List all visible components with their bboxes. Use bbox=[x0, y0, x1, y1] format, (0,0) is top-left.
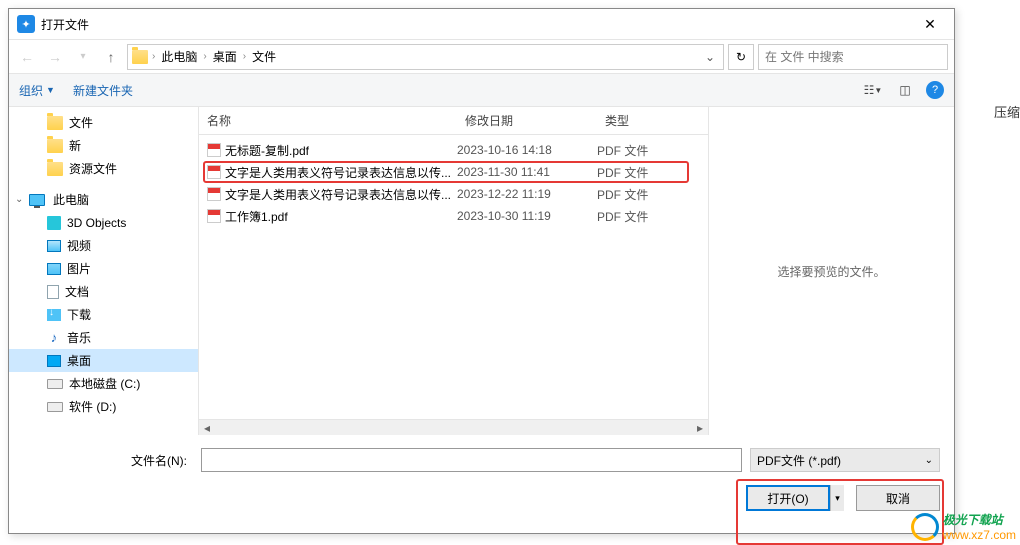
horizontal-scrollbar[interactable]: ◂ ▸ bbox=[199, 419, 708, 435]
new-folder-button[interactable]: 新建文件夹 bbox=[73, 82, 133, 99]
desktop-icon bbox=[47, 355, 61, 367]
downloads-icon bbox=[47, 309, 61, 321]
tree-item-3d-objects[interactable]: 3D Objects bbox=[9, 211, 198, 234]
tree-item-desktop[interactable]: 桌面 bbox=[9, 349, 198, 372]
scroll-left-icon[interactable]: ◂ bbox=[199, 421, 215, 435]
crumb-root[interactable]: 此电脑 bbox=[159, 48, 199, 65]
tree-item-videos[interactable]: 视频 bbox=[9, 234, 198, 257]
music-icon: ♪ bbox=[47, 331, 61, 345]
chevron-right-icon: › bbox=[241, 51, 248, 62]
watermark: 极光下载站 www.xz7.com bbox=[911, 511, 1016, 542]
chevron-right-icon: › bbox=[201, 51, 208, 62]
tree-item-drive-c[interactable]: 本地磁盘 (C:) bbox=[9, 372, 198, 395]
preview-empty-text: 选择要预览的文件。 bbox=[777, 263, 885, 280]
pdf-icon bbox=[207, 165, 221, 179]
tree-item-folder[interactable]: 资源文件 bbox=[9, 157, 198, 180]
forward-button[interactable]: → bbox=[43, 45, 67, 69]
background-text: 压缩 bbox=[994, 102, 1020, 121]
folder-icon bbox=[47, 162, 63, 176]
close-button[interactable]: ✕ bbox=[910, 10, 950, 38]
filename-label: 文件名(N): bbox=[23, 452, 193, 469]
refresh-button[interactable]: ↻ bbox=[728, 44, 754, 70]
tree-item-folder[interactable]: 文件 bbox=[9, 111, 198, 134]
app-icon: ✦ bbox=[17, 15, 35, 33]
pictures-icon bbox=[47, 263, 61, 275]
drive-icon bbox=[47, 379, 63, 389]
folder-icon bbox=[47, 116, 63, 130]
open-split-dropdown[interactable]: ▾ bbox=[830, 485, 844, 511]
file-row[interactable]: 无标题-复制.pdf 2023-10-16 14:18 PDF 文件 bbox=[199, 139, 708, 161]
file-type-filter[interactable]: PDF文件 (*.pdf)⌄ bbox=[750, 448, 940, 472]
folder-icon bbox=[47, 139, 63, 153]
crumb-folder[interactable]: 文件 bbox=[250, 48, 278, 65]
button-row: 打开(O) ▾ 取消 bbox=[9, 485, 954, 529]
column-type[interactable]: 类型 bbox=[597, 112, 708, 129]
sidebar-tree: 文件 新 资源文件 ⌄此电脑 3D Objects 视频 图片 文档 下载 ♪音… bbox=[9, 107, 199, 435]
organize-menu[interactable]: 组织 ▼ bbox=[19, 82, 55, 99]
nav-bar: ← → ▾ ↑ › 此电脑 › 桌面 › 文件 ⌄ ↻ 在 文件 中搜索 bbox=[9, 39, 954, 73]
column-headers: 名称 修改日期 类型 bbox=[199, 107, 708, 135]
refresh-icon: ↻ bbox=[736, 50, 746, 64]
file-row[interactable]: 文字是人类用表义符号记录表达信息以传... 2023-12-22 11:19 P… bbox=[199, 183, 708, 205]
filename-input[interactable] bbox=[201, 448, 742, 472]
search-input[interactable]: 在 文件 中搜索 bbox=[758, 44, 948, 70]
chevron-down-icon: ▼ bbox=[46, 85, 55, 95]
search-placeholder: 在 文件 中搜索 bbox=[765, 48, 844, 65]
open-file-dialog: ✦ 打开文件 ✕ ← → ▾ ↑ › 此电脑 › 桌面 › 文件 ⌄ ↻ 在 文… bbox=[8, 8, 955, 534]
column-name[interactable]: 名称 bbox=[199, 112, 457, 129]
cancel-button[interactable]: 取消 bbox=[856, 485, 940, 511]
tree-item-drive-d[interactable]: 软件 (D:) bbox=[9, 395, 198, 418]
watermark-name: 极光下载站 bbox=[943, 511, 1016, 528]
content-area: 文件 新 资源文件 ⌄此电脑 3D Objects 视频 图片 文档 下载 ♪音… bbox=[9, 107, 954, 435]
back-button[interactable]: ← bbox=[15, 45, 39, 69]
preview-pane: 选择要预览的文件。 bbox=[709, 107, 954, 435]
column-date[interactable]: 修改日期 bbox=[457, 112, 597, 129]
file-rows: 无标题-复制.pdf 2023-10-16 14:18 PDF 文件 文字是人类… bbox=[199, 135, 708, 227]
window-title: 打开文件 bbox=[41, 16, 910, 33]
crumb-desktop[interactable]: 桌面 bbox=[211, 48, 239, 65]
tree-section-this-pc[interactable]: ⌄此电脑 bbox=[9, 188, 198, 211]
pdf-icon bbox=[207, 143, 221, 157]
watermark-url: www.xz7.com bbox=[943, 528, 1016, 542]
folder-icon bbox=[132, 50, 148, 64]
this-pc-icon bbox=[29, 194, 45, 206]
pdf-icon bbox=[207, 187, 221, 201]
recent-dropdown[interactable]: ▾ bbox=[71, 45, 95, 69]
chevron-right-icon: › bbox=[150, 51, 157, 62]
videos-icon bbox=[47, 240, 61, 252]
pdf-icon bbox=[207, 209, 221, 223]
open-button[interactable]: 打开(O) bbox=[746, 485, 830, 511]
file-row[interactable]: 文字是人类用表义符号记录表达信息以传... 2023-11-30 11:41 P… bbox=[199, 161, 708, 183]
file-row[interactable]: 工作簿1.pdf 2023-10-30 11:19 PDF 文件 bbox=[199, 205, 708, 227]
tree-item-pictures[interactable]: 图片 bbox=[9, 257, 198, 280]
tree-item-folder[interactable]: 新 bbox=[9, 134, 198, 157]
tree-item-downloads[interactable]: 下载 bbox=[9, 303, 198, 326]
tree-item-documents[interactable]: 文档 bbox=[9, 280, 198, 303]
view-options-button[interactable]: ☷ ▼ bbox=[862, 79, 884, 101]
drive-icon bbox=[47, 402, 63, 412]
breadcrumb-dropdown[interactable]: ⌄ bbox=[701, 50, 719, 64]
footer: 文件名(N): PDF文件 (*.pdf)⌄ bbox=[9, 435, 954, 485]
title-bar: ✦ 打开文件 ✕ bbox=[9, 9, 954, 39]
up-button[interactable]: ↑ bbox=[99, 45, 123, 69]
caret-down-icon: ⌄ bbox=[15, 194, 25, 205]
tree-item-music[interactable]: ♪音乐 bbox=[9, 326, 198, 349]
watermark-logo-icon bbox=[911, 513, 939, 541]
help-button[interactable]: ? bbox=[926, 81, 944, 99]
3d-objects-icon bbox=[47, 216, 61, 230]
chevron-down-icon: ⌄ bbox=[925, 455, 933, 466]
preview-pane-button[interactable]: ◫ bbox=[894, 79, 916, 101]
file-list: 名称 修改日期 类型 无标题-复制.pdf 2023-10-16 14:18 P… bbox=[199, 107, 709, 435]
scroll-right-icon[interactable]: ▸ bbox=[692, 421, 708, 435]
documents-icon bbox=[47, 285, 59, 299]
breadcrumb[interactable]: › 此电脑 › 桌面 › 文件 ⌄ bbox=[127, 44, 724, 70]
toolbar: 组织 ▼ 新建文件夹 ☷ ▼ ◫ ? bbox=[9, 73, 954, 107]
